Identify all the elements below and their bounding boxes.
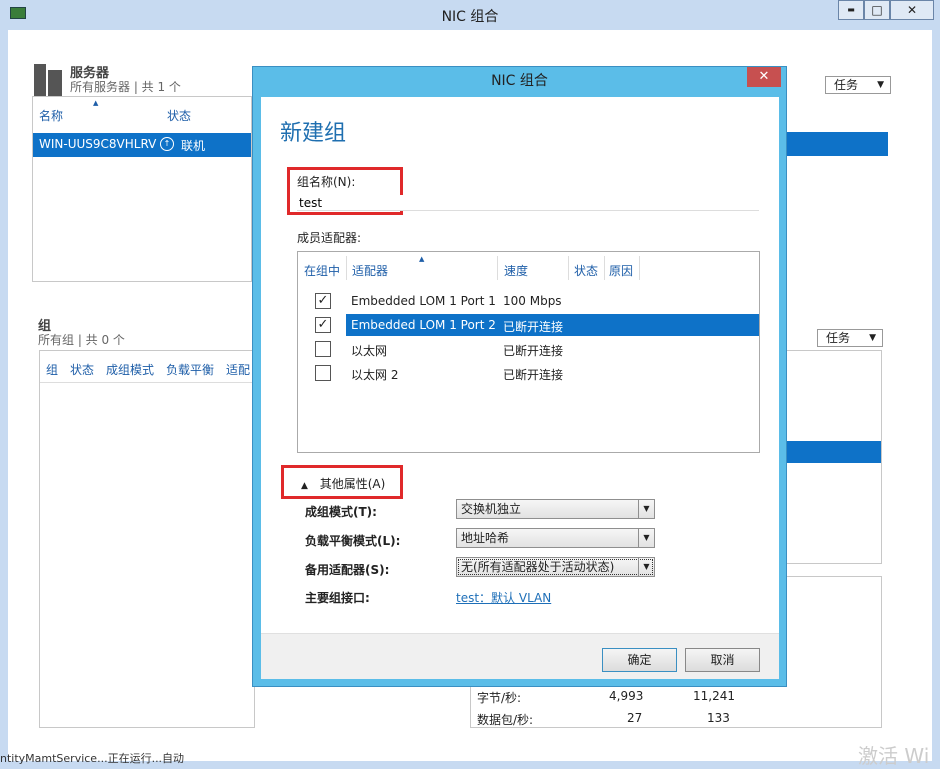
server-name: WIN-UUS9C8VHLRV xyxy=(39,137,157,151)
ok-button[interactable]: 确定 xyxy=(602,648,677,672)
adapter-name: 以太网 xyxy=(351,344,388,358)
groups-subtitle: 所有组 | 共 0 个 xyxy=(38,333,125,347)
adapter-name: 以太网 2 xyxy=(351,368,399,382)
activation-watermark: 激活 Wi xyxy=(858,744,930,768)
dialog-title: NIC 组合 xyxy=(491,73,548,89)
header-divider xyxy=(40,382,254,383)
maximize-button[interactable]: □ xyxy=(864,0,890,20)
chevron-up-icon: ▲ xyxy=(301,481,308,491)
server-state: 联机 xyxy=(181,139,206,153)
adapter-checkbox[interactable] xyxy=(315,365,331,381)
stat-packets-label: 数据包/秒: xyxy=(477,713,534,727)
team-mode-value: 交换机独立 xyxy=(461,502,522,516)
adapter-row-selected[interactable]: Embedded LOM 1 Port 2 已断开连接 xyxy=(346,314,759,336)
cancel-button[interactable]: 取消 xyxy=(685,648,760,672)
adapter-row[interactable]: ✓ Embedded LOM 1 Port 1 100 Mbps xyxy=(298,290,759,312)
col-sep xyxy=(568,256,569,280)
team-name-input[interactable] xyxy=(297,195,759,211)
close-icon: ✕ xyxy=(758,69,770,84)
col-state[interactable]: 状态 xyxy=(167,107,191,124)
adapter-checkbox[interactable] xyxy=(315,341,331,357)
lb-mode-select[interactable]: 地址哈希 ▼ xyxy=(456,528,655,548)
adapter-row[interactable]: 以太网 2 已断开连接 xyxy=(298,362,759,384)
stat-bytes-v2: 11,241 xyxy=(693,689,735,703)
server-row-right xyxy=(786,132,888,156)
col-adapter[interactable]: 适配器 xyxy=(352,262,388,279)
group-col-adapter[interactable]: 适配 xyxy=(226,361,250,378)
dialog-body: 新建组 组名称(N): 成员适配器: ▲ 在组中 适配器 速度 状态 原因 ✓ … xyxy=(261,97,779,679)
primary-interface-label: 主要组接口: xyxy=(305,591,370,605)
adapter-speed: 100 Mbps xyxy=(503,294,562,308)
col-sep xyxy=(639,256,640,280)
close-button[interactable]: ✕ xyxy=(890,0,934,20)
adapter-row[interactable]: 以太网 已断开连接 xyxy=(298,338,759,360)
servers-panel: ▲ 名称 状态 WIN-UUS9C8VHLRV ↑ 联机 xyxy=(32,96,252,282)
servers-subtitle: 所有服务器 | 共 1 个 xyxy=(70,80,181,94)
primary-interface-link[interactable]: test：默认 VLAN xyxy=(456,589,551,606)
team-mode-label: 成组模式(T): xyxy=(305,505,377,519)
col-sep xyxy=(604,256,605,280)
adapter-speed: 已断开连接 xyxy=(503,344,564,358)
main-titlebar: NIC 组合 ▬ □ ✕ xyxy=(0,0,940,30)
sort-arrow-icon: ▲ xyxy=(93,99,99,107)
group-col-state[interactable]: 状态 xyxy=(70,361,94,378)
more-properties-label: 其他属性(A) xyxy=(319,477,386,491)
stat-packets-v1: 27 xyxy=(627,711,643,725)
standby-adapter-label: 备用适配器(S): xyxy=(305,563,390,577)
adapter-name: Embedded LOM 1 Port 1 xyxy=(351,294,496,308)
team-name-label: 组名称(N): xyxy=(297,175,356,189)
col-sep xyxy=(346,256,347,280)
groups-panel: 组 状态 成组模式 负载平衡 适配 xyxy=(39,350,255,728)
more-properties-toggle[interactable]: ▲ 其他属性(A) xyxy=(301,475,385,492)
member-adapters-label: 成员适配器: xyxy=(297,231,362,245)
chevron-down-icon: ▼ xyxy=(877,80,884,90)
adapter-checkbox[interactable]: ✓ xyxy=(315,317,331,333)
adapter-checkbox[interactable]: ✓ xyxy=(315,293,331,309)
adapters-list: ▲ 在组中 适配器 速度 状态 原因 ✓ Embedded LOM 1 Port… xyxy=(297,251,760,453)
stat-bytes-label: 字节/秒: xyxy=(477,691,522,705)
server-icon xyxy=(34,64,62,96)
dialog-close-button[interactable]: ✕ xyxy=(747,67,781,87)
adapter-name: Embedded LOM 1 Port 2 xyxy=(351,318,496,332)
adapter-speed: 已断开连接 xyxy=(503,368,564,382)
sort-arrow-icon: ▲ xyxy=(419,255,425,263)
adapters-panel-right xyxy=(786,350,882,564)
tasks-label: 任务 xyxy=(826,331,851,345)
standby-adapter-select[interactable]: 无(所有适配器处于活动状态) ▼ xyxy=(456,557,655,577)
team-mode-select[interactable]: 交换机独立 ▼ xyxy=(456,499,655,519)
col-reason[interactable]: 原因 xyxy=(609,262,633,279)
chevron-down-icon: ▼ xyxy=(869,333,876,343)
groups-tasks-dropdown[interactable]: 任务 ▼ xyxy=(817,329,883,347)
col-name[interactable]: 名称 xyxy=(39,107,63,124)
new-team-dialog: NIC 组合 ✕ 新建组 组名称(N): 成员适配器: ▲ 在组中 适配器 速度… xyxy=(252,66,787,687)
server-row[interactable]: WIN-UUS9C8VHLRV ↑ 联机 xyxy=(33,133,251,157)
chevron-down-icon: ▼ xyxy=(638,558,654,576)
col-state[interactable]: 状态 xyxy=(574,262,598,279)
main-window-title: NIC 组合 xyxy=(441,9,499,25)
standby-adapter-value: 无(所有适配器处于活动状态) xyxy=(461,560,615,574)
servers-tasks-dropdown[interactable]: 任务 ▼ xyxy=(825,76,891,94)
col-sep xyxy=(497,256,498,280)
status-bar-text: ntityMamtService...正在运行...自动 xyxy=(0,752,185,765)
lb-mode-label: 负载平衡模式(L): xyxy=(305,534,401,548)
chevron-down-icon: ▼ xyxy=(638,529,654,547)
stat-packets-v2: 133 xyxy=(707,711,730,725)
adapter-row-selected[interactable] xyxy=(787,441,881,463)
col-speed[interactable]: 速度 xyxy=(504,262,528,279)
adapter-speed: 已断开连接 xyxy=(503,320,564,334)
online-icon: ↑ xyxy=(160,137,174,151)
group-col-team[interactable]: 组 xyxy=(46,361,58,378)
minimize-button[interactable]: ▬ xyxy=(838,0,864,20)
dialog-heading: 新建组 xyxy=(280,121,347,146)
chevron-down-icon: ▼ xyxy=(638,500,654,518)
tasks-label: 任务 xyxy=(834,78,859,92)
col-in-team[interactable]: 在组中 xyxy=(304,262,340,279)
group-col-lb[interactable]: 负载平衡 xyxy=(166,361,214,378)
stat-bytes-v1: 4,993 xyxy=(609,689,644,703)
lb-mode-value: 地址哈希 xyxy=(461,531,510,545)
group-col-mode[interactable]: 成组模式 xyxy=(106,361,154,378)
